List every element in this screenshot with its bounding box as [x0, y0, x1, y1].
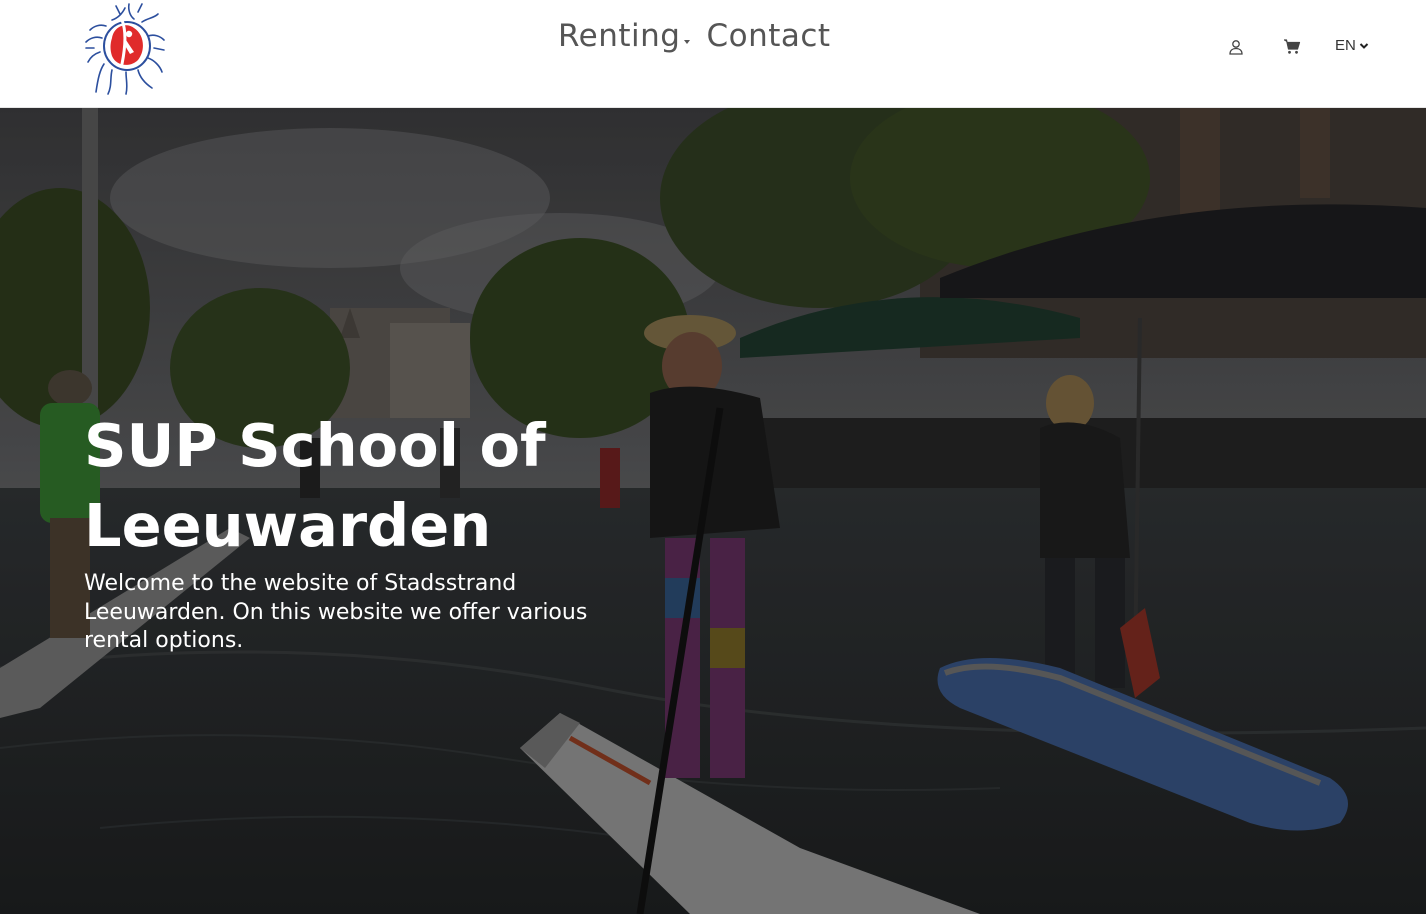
hero-subtitle: Welcome to the website of Stadsstrand Le… [84, 571, 588, 653]
cart-icon [1284, 39, 1301, 54]
account-button[interactable] [1221, 32, 1251, 62]
site-header: Renting Contact EN [0, 0, 1426, 108]
language-selector[interactable]: EN [1335, 37, 1369, 54]
caret-down-icon [684, 40, 691, 44]
user-icon [1229, 40, 1243, 55]
nav-renting-label: Renting [558, 18, 681, 54]
language-label: EN [1335, 37, 1356, 54]
hero-section: SUP School of Leeuwarden Welcome to the … [0, 108, 1426, 914]
nav-renting[interactable]: Renting [558, 18, 706, 54]
hero-title: SUP School of Leeuwarden [84, 411, 546, 560]
hero-text: SUP School of Leeuwarden Welcome to the … [84, 406, 664, 656]
logo[interactable] [82, 0, 168, 100]
cart-button[interactable] [1277, 32, 1307, 62]
main-nav: Renting Contact [558, 18, 831, 54]
logo-icon [85, 3, 165, 95]
chevron-down-icon [1359, 42, 1369, 49]
nav-contact[interactable]: Contact [706, 18, 830, 54]
